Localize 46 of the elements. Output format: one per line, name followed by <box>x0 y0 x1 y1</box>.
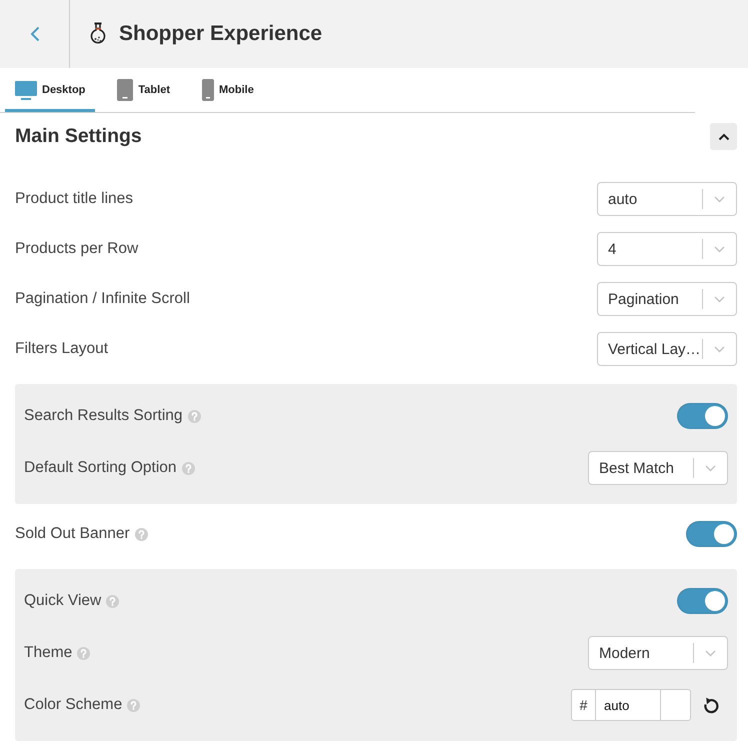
help-icon[interactable] <box>127 698 140 712</box>
toggle-switch[interactable] <box>686 521 737 547</box>
dropdown[interactable]: 4 <box>597 232 737 266</box>
chevron-down-icon <box>714 296 725 302</box>
setting-label: Theme <box>24 644 72 662</box>
toggle-switch[interactable] <box>677 588 728 614</box>
help-icon[interactable] <box>106 594 120 608</box>
page-title: Shopper Experience <box>119 22 322 46</box>
chevron-down-icon <box>705 464 716 472</box>
hash-prefix: # <box>572 690 596 720</box>
setting-label: Default Sorting Option <box>24 459 177 477</box>
monitor-icon <box>15 80 37 100</box>
setting-label: Sold Out Banner <box>15 525 130 543</box>
setting-label: Filters Layout <box>15 340 108 358</box>
chevron-down-icon <box>714 346 725 352</box>
dropdown[interactable]: Vertical Lay… <box>597 332 737 366</box>
flask-icon <box>90 22 106 46</box>
device-tab[interactable]: Tablet <box>107 68 180 112</box>
dropdown[interactable]: Best Match <box>588 451 728 485</box>
reset-icon[interactable] <box>703 696 719 714</box>
section-heading: Main Settings <box>15 125 142 148</box>
help-icon[interactable] <box>182 462 195 474</box>
dropdown[interactable]: auto <box>597 182 737 216</box>
dropdown[interactable]: Modern <box>588 636 728 670</box>
phone-icon <box>202 79 214 101</box>
collapse-button[interactable] <box>710 123 737 150</box>
device-tab[interactable]: Desktop <box>5 68 96 112</box>
color-input[interactable]: auto <box>596 690 661 720</box>
chevron-down-icon <box>705 650 716 656</box>
help-icon[interactable] <box>134 528 148 540</box>
setting-label: Color Scheme <box>24 696 122 714</box>
setting-label: Product title lines <box>15 190 134 208</box>
setting-label: Pagination / Infinite Scroll <box>15 290 190 308</box>
setting-label: Products per Row <box>15 240 138 258</box>
help-icon[interactable] <box>77 646 90 660</box>
dropdown[interactable]: Pagination <box>597 282 737 316</box>
help-icon[interactable] <box>188 410 201 422</box>
setting-label: Search Results Sorting <box>24 407 183 425</box>
device-tab[interactable]: Mobile <box>192 68 264 112</box>
setting-label: Quick View <box>24 592 102 610</box>
tablet-icon <box>117 79 134 101</box>
chevron-down-icon <box>714 196 725 202</box>
chevron-left-icon <box>30 26 40 42</box>
chevron-down-icon <box>714 246 725 252</box>
toggle-switch[interactable] <box>677 403 728 429</box>
caret-up-icon <box>718 132 730 140</box>
